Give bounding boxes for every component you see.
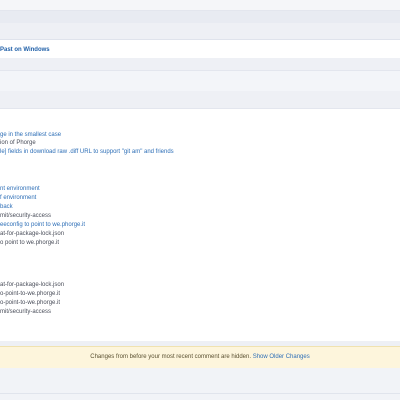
commit-line-7: mit/security-access [0, 213, 52, 219]
commit-line-6[interactable]: back [0, 203, 13, 211]
top-bar [0, 0, 400, 11]
commit-line-9: at-for-package-lock.json [0, 231, 65, 237]
commit-line-3[interactable]: le] fields in download raw .diff URL to … [0, 148, 174, 156]
commit-line-12: o-point-to-we.phorge.it [0, 291, 61, 297]
show-older-changes-link[interactable]: Show Older Changes [253, 354, 310, 360]
commit-line-4[interactable]: nt environment [0, 185, 40, 193]
section-bar [0, 70, 400, 92]
commit-line-10: o point to we.phorge.it [0, 240, 60, 246]
older-changes-notice: Changes from before your most recent com… [0, 346, 400, 369]
commit-line-14: mit/security-access [0, 309, 52, 315]
bottom-area [0, 368, 400, 400]
commit-list: ge in the smallest case ion of Phorge le… [0, 108, 400, 341]
commit-line-8[interactable]: eeconfig to point to we.phorge.it [0, 221, 85, 229]
commit-line-1[interactable]: ge in the smallest case [0, 131, 61, 139]
sub-header-bar [0, 11, 400, 23]
commit-line-5[interactable]: f environment [0, 194, 36, 202]
section-header [0, 91, 400, 108]
commit-line-2: ion of Phorge [0, 140, 36, 146]
revision-title-link[interactable]: Past on Windows [0, 47, 50, 53]
notice-message: Changes from before your most recent com… [90, 354, 253, 360]
commit-line-11: at-for-package-lock.json [0, 282, 65, 288]
revision-title-bar: Past on Windows [0, 39, 400, 60]
separator-band [0, 58, 400, 70]
bottom-divider [0, 393, 400, 394]
commit-line-13: o-point-to-we.phorge.it [0, 300, 61, 306]
